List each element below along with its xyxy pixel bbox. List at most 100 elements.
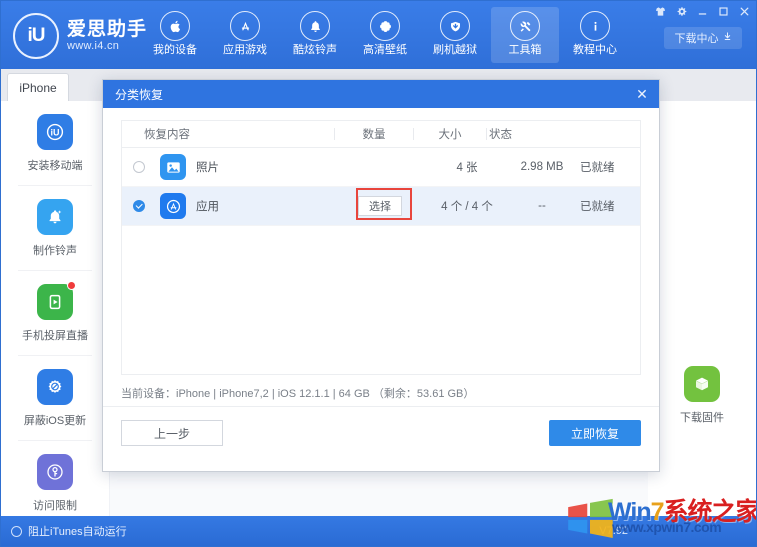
column-header-content: 恢复内容: [144, 129, 190, 141]
brand-url: www.i4.cn: [67, 40, 120, 52]
tool-label: 安装移动端: [27, 159, 83, 172]
tool-label: 下载固件: [680, 411, 724, 424]
nav-item-ringtones[interactable]: 酷炫铃声: [281, 7, 349, 63]
i4-assistant-window: iU 爱思助手 www.i4.cn 我的设备 应用游戏 酷炫铃声 高清壁纸 刷机…: [0, 0, 757, 547]
info-icon: [580, 11, 610, 41]
tool-label: 手机投屏直播: [22, 329, 88, 342]
dialog-titlebar: 分类恢复 ✕: [103, 80, 659, 108]
restore-now-button[interactable]: 立即恢复: [549, 420, 641, 446]
row-content-cell: 照片: [156, 154, 332, 180]
maximize-button[interactable]: [717, 5, 729, 17]
brand-name: 爱思助手: [67, 19, 148, 40]
dialog-title: 分类恢复: [115, 87, 164, 102]
notification-badge: [67, 280, 76, 290]
restore-table: 恢复内容 数量 大小 状态 照片 4 张 2.98 MB 已就绪 应用 选择 4…: [121, 120, 641, 375]
tool-download-firmware[interactable]: 下载固件: [648, 353, 756, 437]
nav-label: 教程中心: [573, 44, 617, 56]
column-header-quantity: 数量: [362, 129, 386, 141]
block-itunes-toggle[interactable]: 阻止iTunes自动运行: [11, 516, 127, 546]
tab-iphone[interactable]: iPhone: [7, 73, 69, 102]
jailbreak-icon: [440, 11, 470, 41]
tool-block-ios-update[interactable]: 屏蔽iOS更新: [1, 356, 109, 440]
appstore-row-icon: [160, 193, 186, 219]
photo-icon: [160, 154, 186, 180]
tool-access-restriction[interactable]: 访问限制: [1, 441, 109, 525]
block-update-icon: [37, 368, 73, 405]
tab-iphone-label: iPhone: [19, 81, 57, 95]
download-center-label: 下载中心: [674, 33, 719, 45]
version-label: V7.92: [599, 525, 628, 537]
download-arrow-icon: [723, 32, 732, 44]
row-status: 已就绪: [580, 201, 615, 213]
nav-item-toolbox[interactable]: 工具箱: [491, 7, 559, 63]
row-quantity: 4 个 / 4 个: [441, 201, 493, 213]
column-header-status: 状态: [489, 129, 512, 141]
table-row[interactable]: 照片 4 张 2.98 MB 已就绪: [122, 148, 640, 187]
skin-icon[interactable]: [654, 5, 666, 17]
block-itunes-label: 阻止iTunes自动运行: [28, 526, 127, 538]
dialog-body: 恢复内容 数量 大小 状态 照片 4 张 2.98 MB 已就绪 应用 选择 4…: [103, 108, 659, 462]
select-apps-button[interactable]: 选择: [358, 196, 402, 216]
gear-icon[interactable]: [675, 5, 687, 17]
download-center-button[interactable]: 下载中心: [664, 27, 742, 49]
flower-icon: [370, 11, 400, 41]
restriction-key-icon: [37, 453, 73, 490]
nav-item-my-device[interactable]: 我的设备: [141, 7, 209, 63]
apple-icon: [160, 11, 190, 41]
row-size: 2.98 MB: [520, 161, 564, 173]
nav-label: 高清壁纸: [363, 44, 407, 56]
tool-install-mobile[interactable]: iU 安装移动端: [1, 101, 109, 185]
app-header: iU 爱思助手 www.i4.cn 我的设备 应用游戏 酷炫铃声 高清壁纸 刷机…: [1, 1, 756, 69]
nav-label: 刷机越狱: [433, 44, 477, 56]
appstore-icon: [230, 11, 260, 41]
brand-block: iU 爱思助手 www.i4.cn: [13, 13, 147, 59]
row-name-label: 应用: [196, 201, 219, 213]
i4-app-icon: iU: [37, 113, 73, 150]
row-content-cell: 应用: [156, 193, 332, 219]
tool-make-ringtone[interactable]: 制作铃声: [1, 186, 109, 270]
row-radio-apps[interactable]: [133, 200, 145, 212]
column-header-size: 大小: [438, 129, 462, 141]
device-info-text: 当前设备：iPhone | iPhone7,2 | iOS 12.1.1 | 6…: [121, 388, 475, 400]
tool-label: 访问限制: [33, 499, 77, 512]
dialog-close-icon[interactable]: ✕: [633, 85, 651, 103]
nav-item-flash-jailbreak[interactable]: 刷机越狱: [421, 7, 489, 63]
row-radio-photos[interactable]: [133, 161, 145, 173]
nav-item-tutorial-center[interactable]: 教程中心: [561, 7, 629, 63]
nav-label: 工具箱: [508, 44, 542, 56]
dialog-footer: 上一步 立即恢复: [103, 406, 659, 462]
category-restore-dialog: 分类恢复 ✕ 恢复内容 数量 大小 状态 照片 4 张 2.98 MB 已就绪 …: [102, 79, 660, 472]
nav-label: 酷炫铃声: [293, 44, 337, 56]
table-header-row: 恢复内容 数量 大小 状态: [122, 121, 640, 148]
close-button[interactable]: [738, 5, 750, 17]
tool-label: 屏蔽iOS更新: [23, 414, 87, 427]
svg-text:iU: iU: [51, 127, 60, 137]
ringtone-icon: [37, 198, 73, 235]
tools-icon: [510, 11, 540, 41]
nav-item-apps-games[interactable]: 应用游戏: [211, 7, 279, 63]
row-quantity: 4 张: [456, 162, 478, 174]
row-select-cell[interactable]: [122, 200, 156, 212]
brand-logo-icon: iU: [13, 13, 59, 59]
nav-label: 我的设备: [153, 44, 197, 56]
row-status: 已就绪: [580, 162, 615, 174]
bell-icon: [300, 11, 330, 41]
row-size: --: [538, 200, 546, 212]
status-bar: 阻止iTunes自动运行 V7.92: [1, 516, 756, 546]
checkbox-icon[interactable]: [11, 525, 22, 537]
tool-label: 制作铃声: [33, 244, 77, 257]
firmware-cube-icon: [684, 365, 720, 402]
row-select-cell[interactable]: [122, 161, 156, 173]
previous-step-button[interactable]: 上一步: [121, 420, 223, 446]
right-tool-column: 下载固件: [648, 101, 756, 516]
minimize-button[interactable]: [696, 5, 708, 17]
table-row[interactable]: 应用 选择 4 个 / 4 个 -- 已就绪: [122, 187, 640, 226]
tool-screencast-live[interactable]: 手机投屏直播: [1, 271, 109, 355]
main-nav: 我的设备 应用游戏 酷炫铃声 高清壁纸 刷机越狱 工具箱 教程中心: [141, 7, 631, 65]
window-controls: [654, 3, 750, 19]
screencast-icon: [37, 280, 76, 320]
row-action-cell: 选择: [332, 188, 428, 220]
nav-item-wallpapers[interactable]: 高清壁纸: [351, 7, 419, 63]
nav-label: 应用游戏: [223, 44, 267, 56]
row-name-label: 照片: [196, 162, 219, 174]
